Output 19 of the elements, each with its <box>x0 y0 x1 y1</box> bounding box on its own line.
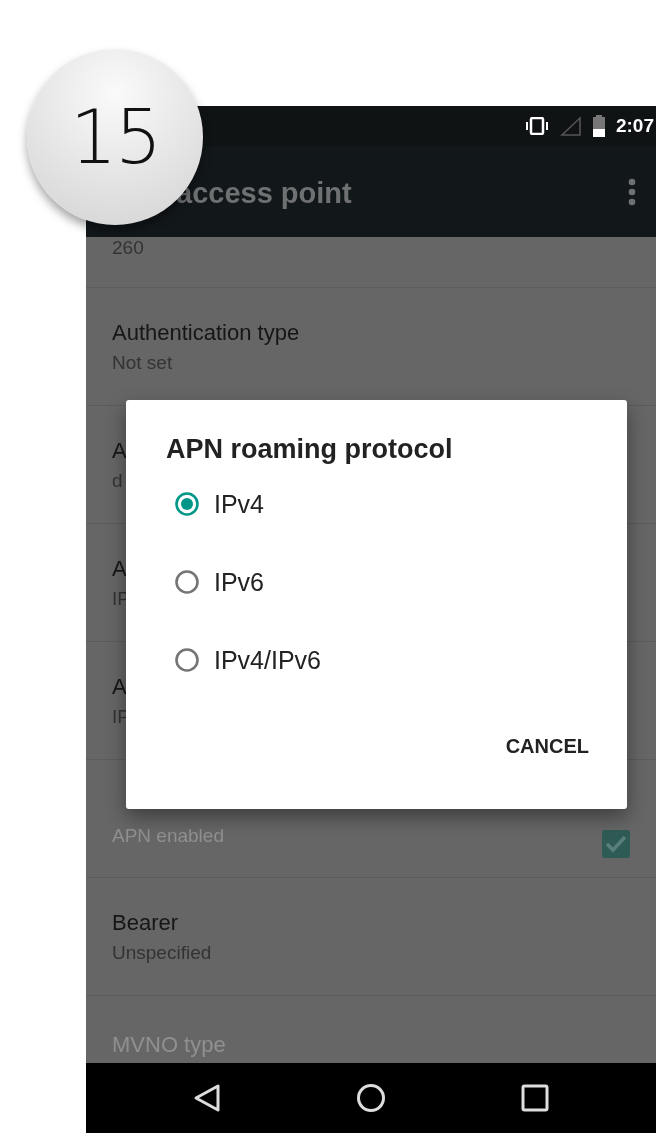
radio-option[interactable]: IPv6 <box>166 543 265 621</box>
clock-time: 2:07 <box>615 115 654 137</box>
setting-title: A <box>112 437 127 464</box>
home-icon[interactable] <box>356 1083 386 1113</box>
cancel-button[interactable]: CANCEL <box>505 727 589 766</box>
battery-icon <box>591 115 606 137</box>
recent-apps-icon[interactable] <box>520 1084 549 1112</box>
vibrate-icon <box>523 117 550 135</box>
dialog-title: APN roaming protocol <box>166 434 454 465</box>
setting-title: Authentication type <box>112 319 300 346</box>
signal-icon <box>559 116 582 136</box>
radio-option[interactable]: IPv4/IPv6 <box>166 621 321 699</box>
radio-option[interactable]: IPv4 <box>166 465 265 543</box>
toolbar-title: access point <box>176 177 352 210</box>
setting-title: A <box>112 555 127 582</box>
more-menu-icon[interactable] <box>628 176 636 207</box>
setting-title: A <box>112 673 127 700</box>
back-icon[interactable] <box>193 1083 222 1113</box>
setting-title: Bearer <box>112 909 179 936</box>
